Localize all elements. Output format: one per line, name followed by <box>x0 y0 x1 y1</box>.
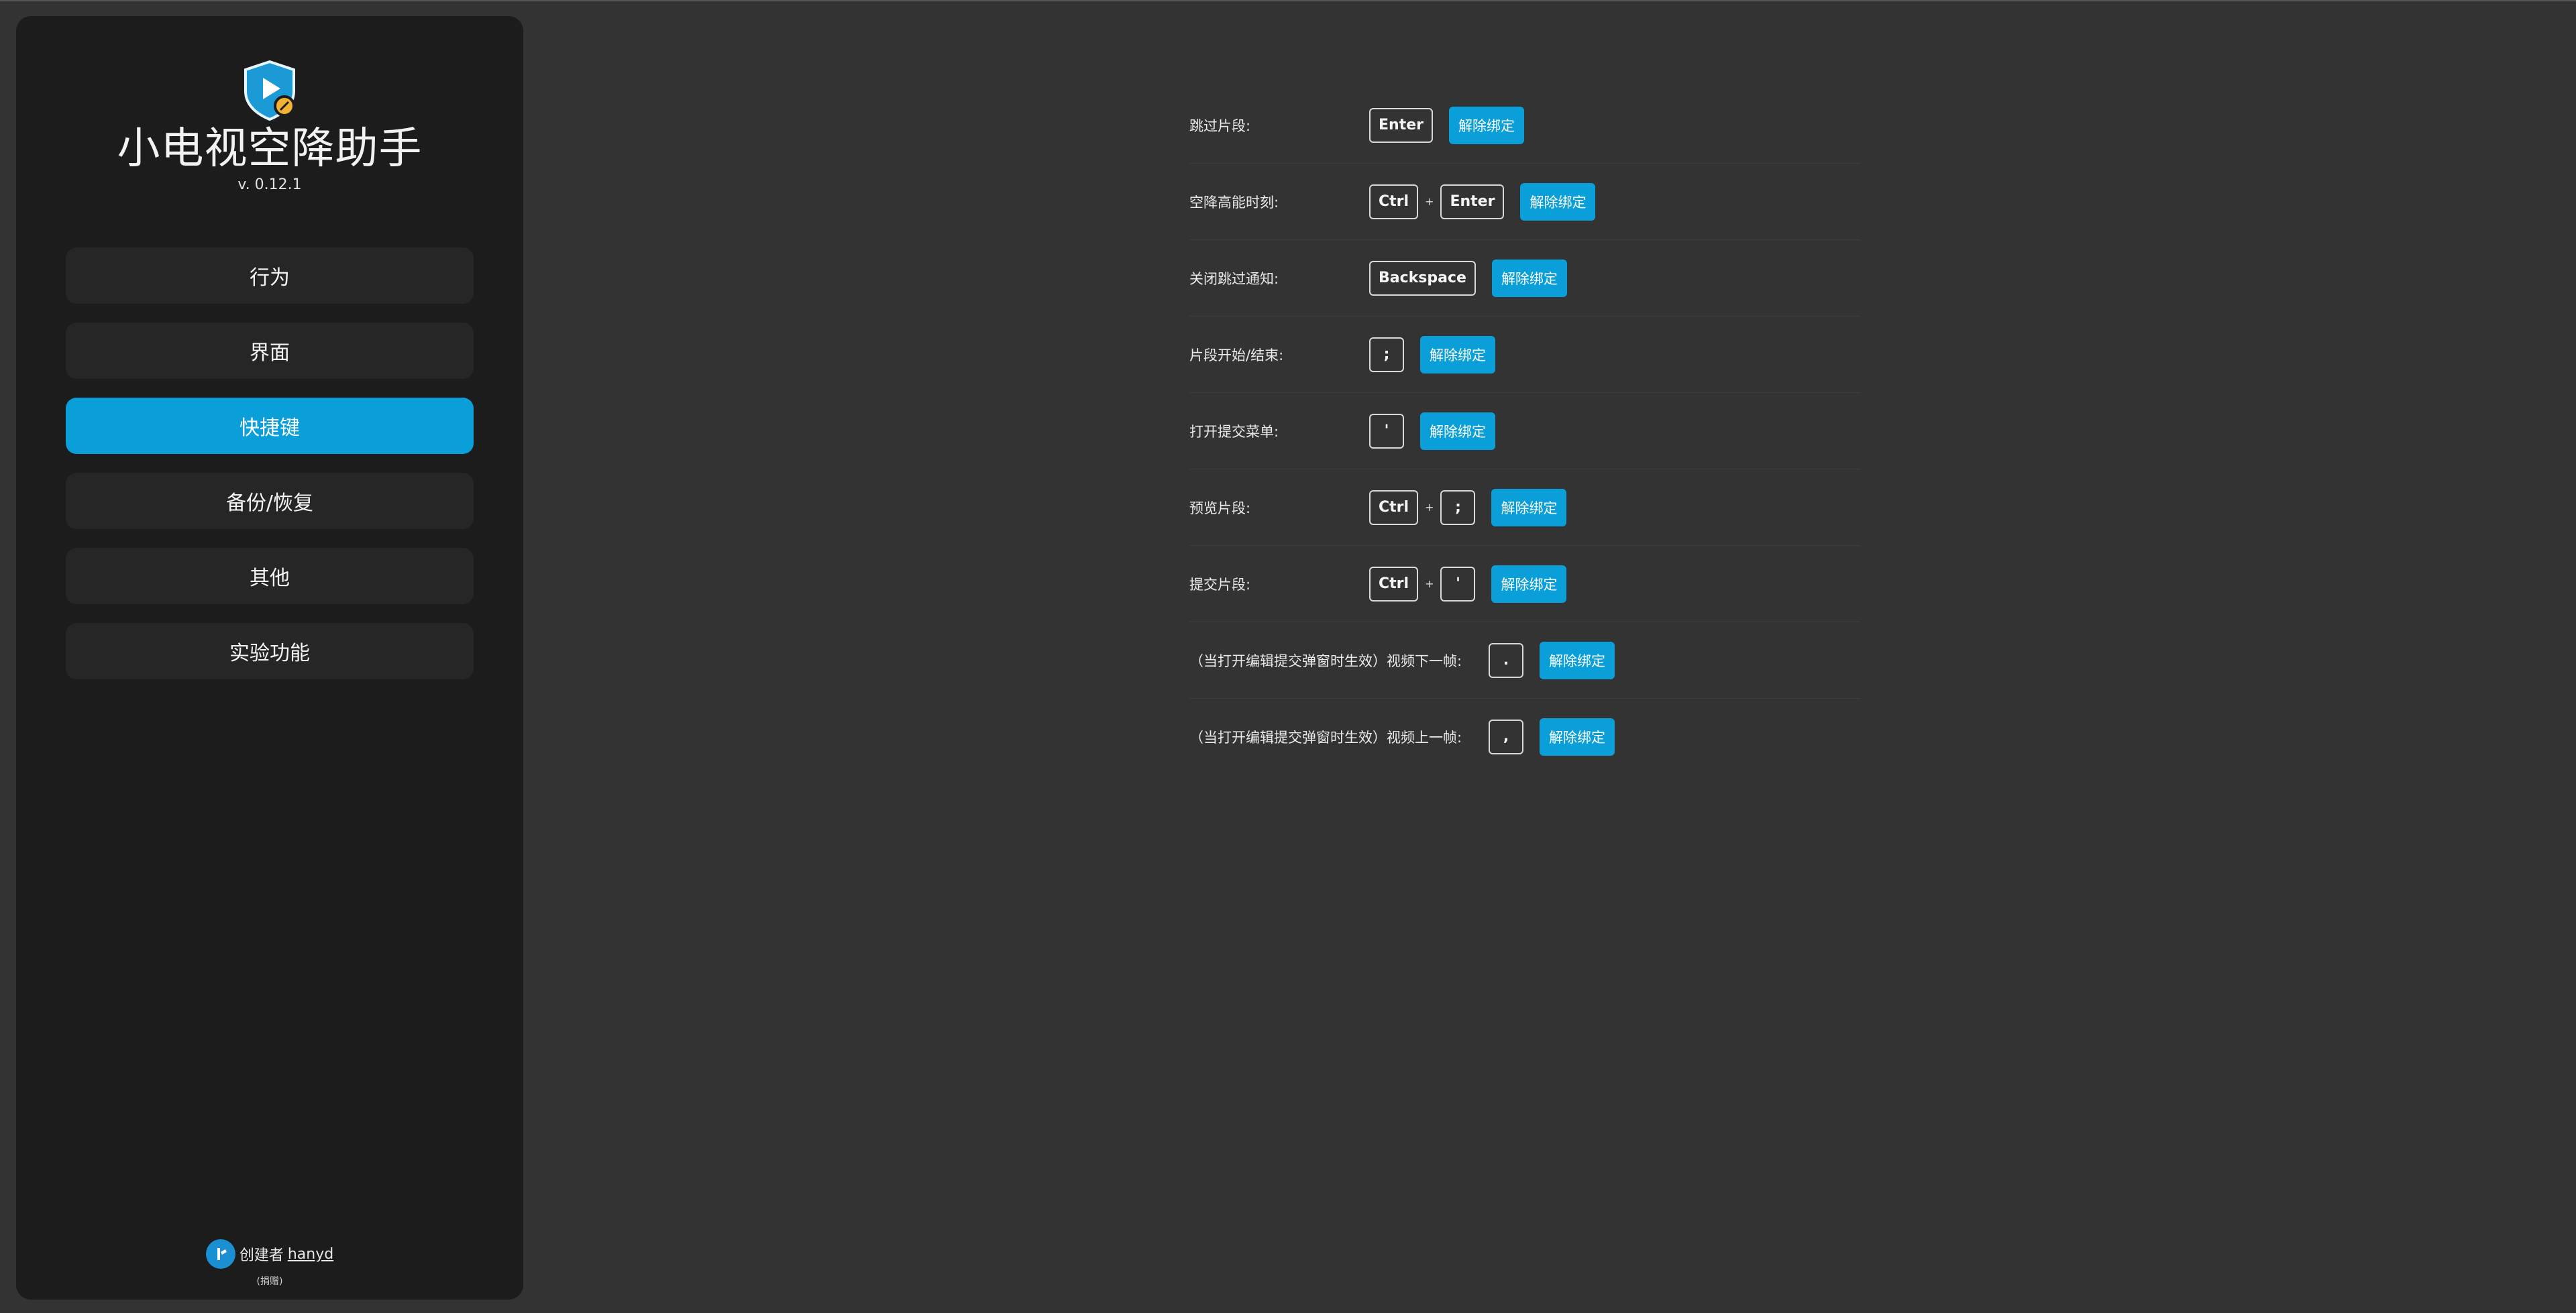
nav-item-interface[interactable]: 界面 <box>66 323 474 379</box>
nav-item-behavior[interactable]: 行为 <box>66 247 474 304</box>
shortcut-row: （当打开编辑提交弹窗时生效）视频上一帧: , 解除绑定 <box>1189 699 1860 775</box>
shortcut-label: 提交片段: <box>1189 576 1251 593</box>
shortcut-row: 预览片段: Ctrl + ; 解除绑定 <box>1189 469 1860 546</box>
shortcut-list: 跳过片段: Enter 解除绑定 空降高能时刻: Ctrl + Enter 解除… <box>1189 87 1860 775</box>
nav-item-backup-restore[interactable]: 备份/恢复 <box>66 473 474 529</box>
nav-item-other[interactable]: 其他 <box>66 548 474 604</box>
sidebar-nav: 行为 界面 快捷键 备份/恢复 其他 实验功能 <box>66 247 474 698</box>
key-combo[interactable]: . <box>1489 642 1523 678</box>
key-cap[interactable]: Enter <box>1369 107 1433 143</box>
key-cap[interactable]: ' <box>1369 413 1404 449</box>
key-cap[interactable]: Enter <box>1440 184 1505 219</box>
plus-separator: + <box>1425 195 1434 208</box>
key-combo[interactable]: Backspace <box>1369 260 1476 296</box>
key-combo[interactable]: Enter <box>1369 107 1433 143</box>
unbind-button[interactable]: 解除绑定 <box>1491 488 1567 526</box>
unbind-button[interactable]: 解除绑定 <box>1491 259 1567 297</box>
shortcut-label: （当打开编辑提交弹窗时生效）视频下一帧: <box>1189 652 1462 669</box>
nav-item-experimental[interactable]: 实验功能 <box>66 623 474 679</box>
key-cap[interactable]: Ctrl <box>1369 490 1419 525</box>
key-cap[interactable]: ; <box>1369 337 1404 372</box>
credit-line: 创建者 hanyd <box>16 1239 523 1269</box>
key-combo[interactable]: Ctrl + ; <box>1369 490 1476 525</box>
key-cap[interactable]: Ctrl <box>1369 184 1419 219</box>
key-combo[interactable]: Ctrl + ' <box>1369 566 1476 602</box>
key-cap[interactable]: ' <box>1440 566 1476 602</box>
plus-separator: + <box>1425 577 1434 590</box>
shortcut-row: 关闭跳过通知: Backspace 解除绑定 <box>1189 240 1860 317</box>
key-cap[interactable]: Ctrl <box>1369 566 1419 602</box>
key-cap[interactable]: Backspace <box>1369 260 1476 296</box>
key-combo[interactable]: , <box>1489 719 1523 754</box>
author-link[interactable]: hanyd <box>288 1246 333 1263</box>
shortcut-label: （当打开编辑提交弹窗时生效）视频上一帧: <box>1189 729 1462 746</box>
shortcut-row: 空降高能时刻: Ctrl + Enter 解除绑定 <box>1189 164 1860 240</box>
key-cap[interactable]: , <box>1489 719 1523 754</box>
unbind-button[interactable]: 解除绑定 <box>1520 182 1596 221</box>
unbind-button[interactable]: 解除绑定 <box>1491 565 1567 603</box>
app-title: 小电视空降助手 <box>117 124 423 174</box>
shortcut-row: （当打开编辑提交弹窗时生效）视频下一帧: . 解除绑定 <box>1189 622 1860 699</box>
unbind-button[interactable]: 解除绑定 <box>1448 106 1524 144</box>
key-combo[interactable]: ; <box>1369 337 1404 372</box>
key-cap[interactable]: . <box>1489 642 1523 678</box>
brand: 小电视空降助手 v. 0.12.1 <box>16 58 523 194</box>
plus-separator: + <box>1425 501 1434 514</box>
options-page: 小电视空降助手 v. 0.12.1 行为 界面 快捷键 备份/恢复 其他 实验功… <box>0 0 2576 1313</box>
shortcut-label: 空降高能时刻: <box>1189 194 1279 211</box>
shortcut-row: 跳过片段: Enter 解除绑定 <box>1189 87 1860 164</box>
app-logo-icon <box>244 60 295 121</box>
sidebar: 小电视空降助手 v. 0.12.1 行为 界面 快捷键 备份/恢复 其他 实验功… <box>16 16 523 1300</box>
shortcut-row: 片段开始/结束: ; 解除绑定 <box>1189 317 1860 393</box>
shortcut-label: 预览片段: <box>1189 500 1251 516</box>
shortcut-label: 关闭跳过通知: <box>1189 270 1279 287</box>
shortcut-label: 跳过片段: <box>1189 117 1251 134</box>
key-combo[interactable]: Ctrl + Enter <box>1369 184 1505 219</box>
key-cap[interactable]: ; <box>1440 490 1476 525</box>
key-combo[interactable]: ' <box>1369 413 1404 449</box>
app-version: v. 0.12.1 <box>237 176 302 193</box>
unbind-button[interactable]: 解除绑定 <box>1540 718 1615 756</box>
user-avatar-icon <box>205 1239 235 1269</box>
shortcut-label: 片段开始/结束: <box>1189 347 1284 363</box>
shortcut-row: 打开提交菜单: ' 解除绑定 <box>1189 393 1860 469</box>
nav-item-shortcuts[interactable]: 快捷键 <box>66 398 474 454</box>
shortcut-row: 提交片段: Ctrl + ' 解除绑定 <box>1189 546 1860 622</box>
unbind-button[interactable]: 解除绑定 <box>1540 641 1615 679</box>
donate-link[interactable]: (捐赠) <box>16 1274 523 1288</box>
credit-prefix: 创建者 <box>239 1247 284 1264</box>
unbind-button[interactable]: 解除绑定 <box>1420 412 1495 450</box>
credit: 创建者 hanyd (捐赠) <box>16 1239 523 1288</box>
shortcut-label: 打开提交菜单: <box>1189 423 1279 440</box>
unbind-button[interactable]: 解除绑定 <box>1420 335 1495 374</box>
